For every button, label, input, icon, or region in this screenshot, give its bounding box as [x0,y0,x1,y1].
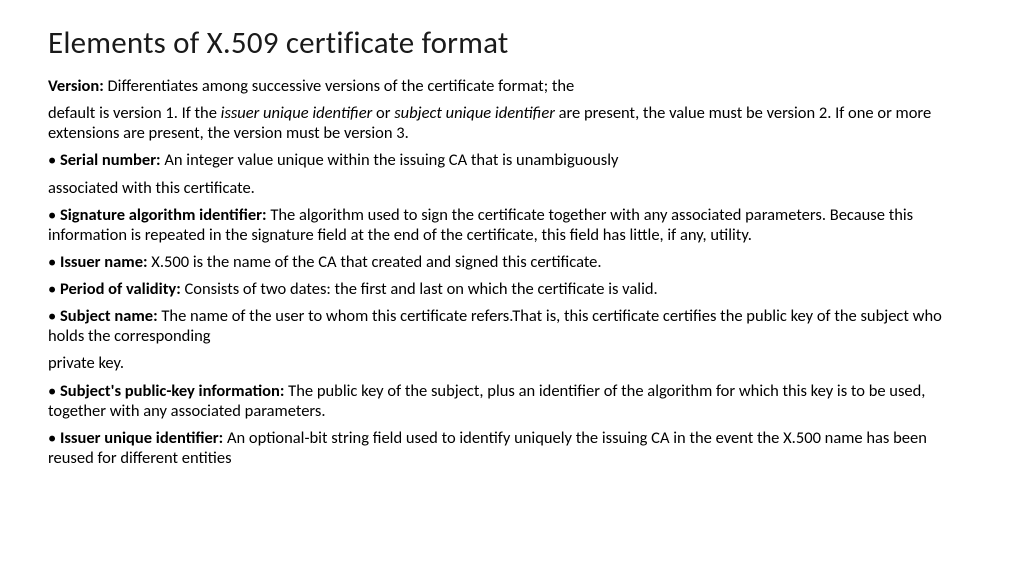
slide-body: Version: Differentiates among successive… [48,76,976,468]
label-version: Version: [48,76,104,96]
label-validity: Period of validity: [60,279,181,299]
text-validity: Consists of two dates: the first and las… [181,279,658,299]
text-v2b: or [372,103,394,123]
label-subject: Subject name: [60,306,158,326]
bullet: • [48,205,60,225]
label-sig-alg: Signature algorithm identifier: [60,205,267,225]
para-version-line2: default is version 1. If the issuer uniq… [48,103,976,143]
slide-title: Elements of X.509 certificate format [48,24,976,62]
bullet: • [48,381,60,401]
text-subject: The name of the user to whom this certif… [48,306,942,346]
label-issuer-uid: Issuer unique identifier: [60,428,223,448]
para-serial-line1: • Serial number: An integer value unique… [48,150,976,170]
label-serial: Serial number: [60,150,161,170]
para-subject-line1: • Subject name: The name of the user to … [48,306,976,346]
label-pubkey: Subject's public-key information: [60,381,284,401]
bullet: • [48,252,60,272]
para-serial-line2: associated with this certificate. [48,178,976,198]
italic-subject-id: subject unique identifier [394,103,555,123]
para-sig-alg: • Signature algorithm identifier: The al… [48,205,976,245]
bullet: • [48,279,60,299]
para-pubkey: • Subject's public-key information: The … [48,381,976,421]
para-subject-line2: private key. [48,353,976,373]
label-issuer-name: Issuer name: [60,252,148,272]
bullet: • [48,306,60,326]
para-version-line1: Version: Differentiates among successive… [48,76,976,96]
text-serial: An integer value unique within the issui… [161,150,619,170]
para-issuer-uid: • Issuer unique identifier: An optional-… [48,428,976,468]
italic-issuer-id: issuer unique identifier [221,103,373,123]
para-issuer-name: • Issuer name: X.500 is the name of the … [48,252,976,272]
bullet: • [48,150,60,170]
bullet: • [48,428,60,448]
para-validity: • Period of validity: Consists of two da… [48,279,976,299]
text-issuer-name: X.500 is the name of the CA that created… [148,252,602,272]
text-v2a: default is version 1. If the [48,103,221,123]
text-version-1: Differentiates among successive versions… [104,76,574,96]
